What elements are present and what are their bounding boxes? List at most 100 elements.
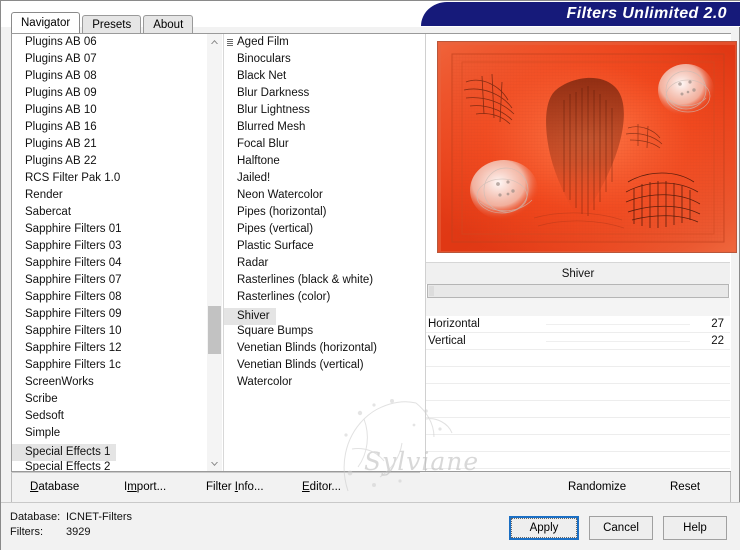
category-item[interactable]: Sedsoft xyxy=(12,408,210,425)
category-item-label: Sedsoft xyxy=(25,410,64,422)
filter-item[interactable]: Blur Darkness xyxy=(224,85,424,102)
tab-navigator[interactable]: Navigator xyxy=(11,12,81,33)
category-item[interactable]: Plugins AB 10 xyxy=(12,102,210,119)
grip-icon xyxy=(227,39,233,48)
category-item-label: Sapphire Filters 12 xyxy=(25,342,122,354)
param-gap xyxy=(426,298,730,316)
editor-button[interactable]: Editor... xyxy=(302,478,341,496)
randomize-button[interactable]: Randomize xyxy=(568,478,626,496)
action-bar: Database Import... Filter Info... Editor… xyxy=(11,472,731,502)
filter-item-label: Binoculars xyxy=(237,53,291,65)
category-item-label: Simple xyxy=(25,427,61,439)
category-item[interactable]: Special Effects 1 xyxy=(12,442,210,461)
scroll-up-icon[interactable] xyxy=(207,34,222,49)
category-item[interactable]: Sapphire Filters 09 xyxy=(12,306,210,323)
reset-button[interactable]: Reset xyxy=(670,478,700,496)
category-item[interactable]: Simple xyxy=(12,425,210,442)
category-item[interactable]: Plugins AB 21 xyxy=(12,136,210,153)
filter-item[interactable]: Binoculars xyxy=(224,51,424,68)
category-item[interactable]: Sapphire Filters 08 xyxy=(12,289,210,306)
param-header-label: Shiver xyxy=(561,267,595,280)
param-slider-track[interactable] xyxy=(546,341,690,342)
navigator-content: Plugins AB 06 Plugins AB 07 Plugins AB 08 P… xyxy=(11,33,737,492)
scrollbar-thumb[interactable] xyxy=(208,306,221,354)
category-item[interactable]: Sapphire Filters 04 xyxy=(12,255,210,272)
category-item[interactable]: Scribe xyxy=(12,391,210,408)
filter-item[interactable]: Venetian Blinds (horizontal) xyxy=(224,340,424,357)
category-item[interactable]: Plugins AB 07 xyxy=(12,51,210,68)
category-item[interactable]: Sapphire Filters 07 xyxy=(12,272,210,289)
param-value: 27 xyxy=(711,318,724,330)
filter-item[interactable]: Rasterlines (color) xyxy=(224,289,424,306)
app-title: Filters Unlimited 2.0 xyxy=(566,5,727,22)
filter-item[interactable]: Blur Lightness xyxy=(224,102,424,119)
filter-item-label: Radar xyxy=(237,257,269,269)
tab-presets-label: Presets xyxy=(92,18,132,31)
filter-item-label: Venetian Blinds (vertical) xyxy=(237,359,364,371)
category-item[interactable]: Plugins AB 09 xyxy=(12,85,210,102)
filter-item[interactable]: Rasterlines (black & white) xyxy=(224,272,424,289)
category-item-label: Plugins AB 22 xyxy=(25,155,97,167)
category-item[interactable]: Plugins AB 08 xyxy=(12,68,210,85)
tab-presets[interactable]: Presets xyxy=(82,15,142,33)
category-item[interactable]: Sapphire Filters 1c xyxy=(12,357,210,374)
scroll-down-icon[interactable] xyxy=(207,456,222,471)
filter-item[interactable]: Black Net xyxy=(224,68,424,85)
filter-list[interactable]: Aged Film Binoculars Black Net Blur Darknes… xyxy=(224,34,424,471)
category-item-label: Sapphire Filters 08 xyxy=(25,291,122,303)
param-row[interactable]: Horizontal 27 xyxy=(426,316,730,333)
category-list[interactable]: Plugins AB 06 Plugins AB 07 Plugins AB 08 P… xyxy=(12,34,210,471)
filter-item[interactable]: Pipes (horizontal) xyxy=(224,204,424,221)
category-item[interactable]: Plugins AB 06 xyxy=(12,34,210,51)
category-item[interactable]: Sapphire Filters 10 xyxy=(12,323,210,340)
apply-button[interactable]: Apply xyxy=(509,516,579,540)
cancel-button-label: Cancel xyxy=(603,522,639,534)
filter-item-label: Halftone xyxy=(237,155,280,167)
param-name: Horizontal xyxy=(428,318,480,330)
filter-item[interactable]: Venetian Blinds (vertical) xyxy=(224,357,424,374)
category-scrollbar[interactable] xyxy=(207,34,222,471)
filter-item[interactable]: Square Bumps xyxy=(224,323,424,340)
param-slider-track[interactable] xyxy=(546,324,690,325)
preset-scroll-bar[interactable] xyxy=(427,284,729,298)
filter-info-button[interactable]: Filter Info... xyxy=(206,478,264,496)
category-item[interactable]: Sapphire Filters 12 xyxy=(12,340,210,357)
filter-item-label: Rasterlines (black & white) xyxy=(237,274,374,286)
tab-about[interactable]: About xyxy=(143,15,194,33)
param-row-empty xyxy=(426,384,730,401)
filter-item[interactable]: Focal Blur xyxy=(224,136,424,153)
category-item-label: Render xyxy=(25,189,63,201)
category-item[interactable]: RCS Filter Pak 1.0 xyxy=(12,170,210,187)
cancel-button[interactable]: Cancel xyxy=(589,516,653,540)
filter-item[interactable]: Halftone xyxy=(224,153,424,170)
help-button-label: Help xyxy=(683,522,707,534)
filter-item[interactable]: Blurred Mesh xyxy=(224,119,424,136)
action-bar-separator xyxy=(11,472,420,473)
category-item[interactable]: Plugins AB 22 xyxy=(12,153,210,170)
filter-item[interactable]: Plastic Surface xyxy=(224,238,424,255)
filter-item[interactable]: Pipes (vertical) xyxy=(224,221,424,238)
filter-item[interactable]: Neon Watercolor xyxy=(224,187,424,204)
category-item[interactable]: Sabercat xyxy=(12,204,210,221)
category-item-label: Plugins AB 06 xyxy=(25,36,97,48)
param-row-empty xyxy=(426,367,730,384)
category-item-label: Plugins AB 10 xyxy=(25,104,97,116)
filter-item[interactable]: Watercolor xyxy=(224,374,424,391)
preview-image[interactable] xyxy=(437,41,737,253)
category-item[interactable]: Plugins AB 16 xyxy=(12,119,210,136)
import-button[interactable]: Import... xyxy=(124,478,166,496)
help-button[interactable]: Help xyxy=(663,516,727,540)
category-item[interactable]: Render xyxy=(12,187,210,204)
database-button[interactable]: Database xyxy=(30,478,79,496)
param-row[interactable]: Vertical 22 xyxy=(426,333,730,350)
filter-item[interactable]: Jailed! xyxy=(224,170,424,187)
category-item[interactable]: ScreenWorks xyxy=(12,374,210,391)
category-item-label: Sapphire Filters 07 xyxy=(25,274,122,286)
filter-item[interactable]: Aged Film xyxy=(224,34,424,51)
category-item-label: Plugins AB 07 xyxy=(25,53,97,65)
category-item-label: RCS Filter Pak 1.0 xyxy=(25,172,121,184)
category-item[interactable]: Sapphire Filters 03 xyxy=(12,238,210,255)
filter-item[interactable]: Radar xyxy=(224,255,424,272)
category-item[interactable]: Sapphire Filters 01 xyxy=(12,221,210,238)
filter-item[interactable]: Shiver xyxy=(224,306,424,325)
